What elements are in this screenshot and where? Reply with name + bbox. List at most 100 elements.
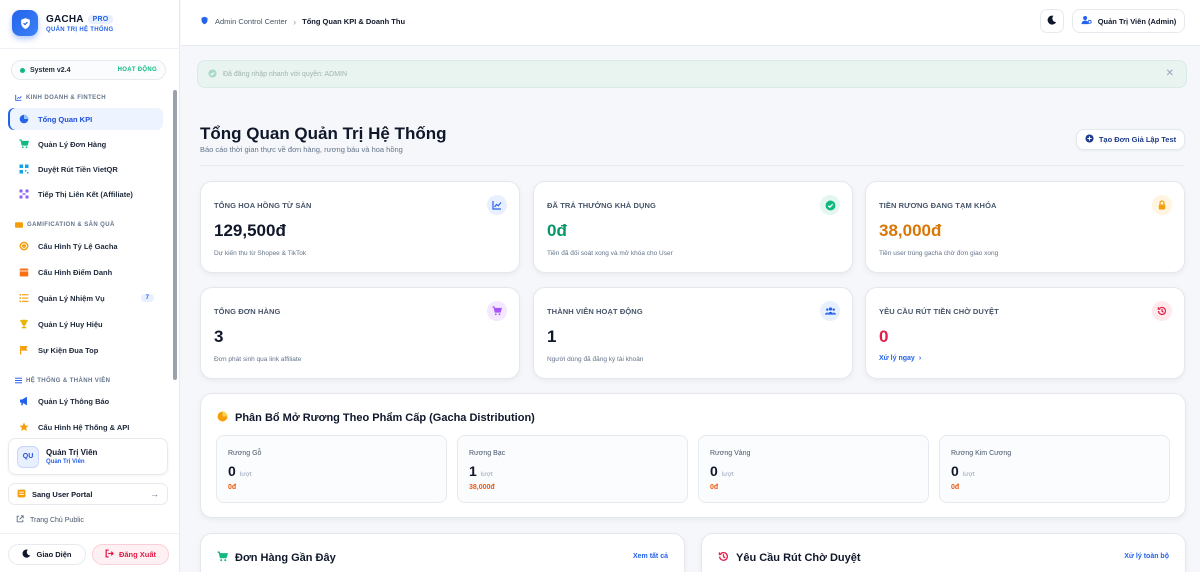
sidebar-item-affiliate[interactable]: Tiếp Thị Liên Kết (Affiliate) (12, 183, 162, 205)
create-button-label: Tạo Đơn Giả Lập Test (1098, 135, 1177, 144)
sidebar-item-system-api[interactable]: Cấu Hình Hệ Thống & API (12, 416, 162, 434)
process-now-link[interactable]: Xử lý ngay › (879, 355, 921, 362)
close-icon[interactable]: ✕ (1166, 68, 1174, 79)
chest-count: 0 (951, 463, 959, 479)
chest-name: Rương Gỗ (228, 450, 262, 457)
kpi-value: 1 (547, 327, 557, 346)
chest-amount: 0đ (710, 484, 719, 491)
sidebar-item-orders[interactable]: Quản Lý Đơn Hàng (12, 133, 162, 155)
user-name: Quản Trị Viên (46, 448, 98, 457)
dark-mode-button[interactable] (1040, 9, 1064, 33)
qr-code-icon (18, 164, 29, 175)
arrow-right-icon: → (150, 489, 159, 499)
calendar-icon (18, 267, 29, 278)
kpi-card-paid-rewards: ĐÃ TRẢ THƯỞNG KHẢ DỤNG 0đ Tiền đã đối so… (533, 181, 853, 273)
process-all-link[interactable]: Xử lý toàn bộ (1124, 553, 1169, 560)
system-version: System v2.4 (30, 66, 71, 74)
chest-name: Rương Vàng (710, 450, 751, 457)
history-icon (1152, 301, 1172, 321)
pie-chart-icon (217, 411, 228, 425)
check-circle-icon (820, 195, 840, 215)
kpi-value: 129,500đ (214, 221, 286, 240)
kpi-label: TỔNG HOA HỒNG TỪ SÀN (214, 201, 312, 210)
network-icon (18, 189, 29, 200)
chevron-right-icon: › (918, 355, 922, 362)
create-test-order-button[interactable]: Tạo Đơn Giả Lập Test (1076, 129, 1185, 150)
chest-stat-diamond: Rương Kim Cương 0 lượt 0đ (939, 435, 1170, 503)
sidebar-scrollbar[interactable] (173, 90, 177, 380)
kpi-note: Tiền đã đối soát xong và mở khóa cho Use… (547, 250, 673, 257)
sidebar-item-label: Duyệt Rút Tiền VietQR (38, 164, 118, 174)
home-link-label: Trang Chủ Public (30, 516, 84, 524)
system-status: HOẠT ĐỘNG (117, 67, 157, 73)
chest-stat-gold: Rương Vàng 0 lượt 0đ (698, 435, 929, 503)
chest-unit: lượt (480, 471, 493, 478)
sidebar-item-label: Quản Lý Đơn Hàng (38, 139, 107, 149)
system-status-pill: System v2.4 HOẠT ĐỘNG (11, 60, 166, 80)
page-title: Tổng Quan Quản Trị Hệ Thống (200, 124, 447, 143)
chest-amount: 38,000đ (469, 484, 495, 491)
kpi-note: Dự kiến thu từ Shopee & TikTok (214, 250, 307, 257)
user-card[interactable]: QU Quản Trị Viên Quản Trị Viên (8, 438, 168, 475)
chest-count: 0 (710, 463, 718, 479)
status-dot-icon (20, 67, 25, 73)
alert-text: Đã đăng nhập nhanh với quyền: ADMIN (223, 70, 348, 78)
page-subtitle: Báo cáo thời gian thực về đơn hàng, rươn… (200, 145, 403, 154)
megaphone-icon (18, 396, 29, 407)
gacha-distribution-card: Phân Bổ Mở Rương Theo Phẩm Cấp (Gacha Di… (200, 393, 1186, 518)
chest-count: 1 (469, 463, 477, 479)
recent-orders-title: Đơn Hàng Gần Đây (217, 551, 336, 565)
admin-account-button[interactable]: Quản Trị Viên (Admin) (1072, 9, 1185, 33)
kpi-card-total-orders: TỔNG ĐƠN HÀNG 3 Đơn phát sinh qua link a… (200, 287, 520, 379)
brand-name: GACHA (46, 13, 84, 25)
recent-orders-card: Đơn Hàng Gần Đây Xem tất cả (200, 533, 685, 572)
kpi-card-total-commission: TỔNG HOA HỒNG TỪ SÀN 129,500đ Dự kiến th… (200, 181, 520, 273)
star-gear-icon (18, 422, 29, 433)
logout-button[interactable]: Đăng Xuất (92, 544, 169, 565)
external-link-icon (16, 515, 24, 525)
sidebar-item-withdraw-vietqr[interactable]: Duyệt Rút Tiền VietQR (12, 158, 162, 180)
plus-circle-icon (1085, 134, 1094, 145)
brand-subtitle: QUẢN TRỊ HỆ THỐNG (46, 26, 114, 33)
sidebar-item-label: Tiếp Thị Liên Kết (Affiliate) (38, 189, 133, 199)
sidebar-item-label: Quản Lý Nhiệm Vụ (38, 293, 105, 303)
distribution-title-text: Phân Bổ Mở Rương Theo Phẩm Cấp (Gacha Di… (235, 412, 535, 424)
list-icon (15, 377, 22, 384)
theme-toggle-button[interactable]: Giao Diện (8, 544, 86, 565)
sidebar-item-gacha-rates[interactable]: Cấu Hình Tỷ Lệ Gacha (12, 235, 162, 257)
portal-button-label: Sang User Portal (32, 489, 93, 499)
user-role: Quản Trị Viên (46, 459, 85, 465)
divider (0, 48, 180, 49)
flag-icon (18, 345, 29, 356)
view-all-orders-link[interactable]: Xem tất cả (633, 553, 668, 560)
logout-icon (105, 549, 114, 560)
kpi-note: Người dùng đã đăng ký tài khoản (547, 356, 644, 363)
shield-logo-icon (12, 10, 38, 36)
kpi-value: 38,000đ (879, 221, 942, 240)
sidebar-item-missions[interactable]: Quản Lý Nhiệm Vụ 7 (12, 287, 162, 309)
sidebar-item-kpi-overview[interactable]: Tổng Quan KPI (8, 108, 163, 130)
users-icon (820, 301, 840, 321)
kpi-label: YÊU CẦU RÚT TIỀN CHỜ DUYỆT (879, 307, 999, 316)
sidebar-item-leaderboard-events[interactable]: Sự Kiện Đua Top (12, 339, 162, 361)
history-icon (718, 551, 729, 565)
breadcrumb-current: Tổng Quan KPI & Doanh Thu (302, 17, 406, 26)
chest-stat-silver: Rương Bạc 1 lượt 38,000đ (457, 435, 688, 503)
chest-amount: 0đ (951, 484, 960, 491)
nav-section-gamification: GAMIFICATION & SĂN QUÀ (15, 222, 115, 228)
kpi-note: Tiền user trúng gacha chờ đơn giao xong (879, 250, 999, 257)
login-alert: Đã đăng nhập nhanh với quyền: ADMIN ✕ (197, 60, 1187, 88)
coin-icon (18, 241, 29, 252)
sidebar-item-notifications[interactable]: Quản Lý Thông Báo (12, 390, 162, 412)
sidebar-item-badges[interactable]: Quản Lý Huy Hiệu (12, 313, 162, 335)
public-home-link[interactable]: Trang Chủ Public (16, 515, 84, 525)
brand[interactable]: GACHA PRO QUẢN TRỊ HỆ THỐNG (12, 9, 114, 37)
sidebar-item-checkin-config[interactable]: Cấu Hình Điểm Danh (12, 261, 162, 283)
breadcrumb-root[interactable]: Admin Control Center (215, 17, 287, 26)
moon-icon (22, 549, 31, 560)
kpi-note: Đơn phát sinh qua link affiliate (214, 356, 302, 363)
sidebar-item-label: Tổng Quan KPI (38, 114, 93, 124)
sidebar: GACHA PRO QUẢN TRỊ HỆ THỐNG System v2.4 H… (0, 0, 180, 572)
user-portal-button[interactable]: Sang User Portal → (8, 483, 168, 505)
kpi-value: 0 (879, 327, 889, 346)
